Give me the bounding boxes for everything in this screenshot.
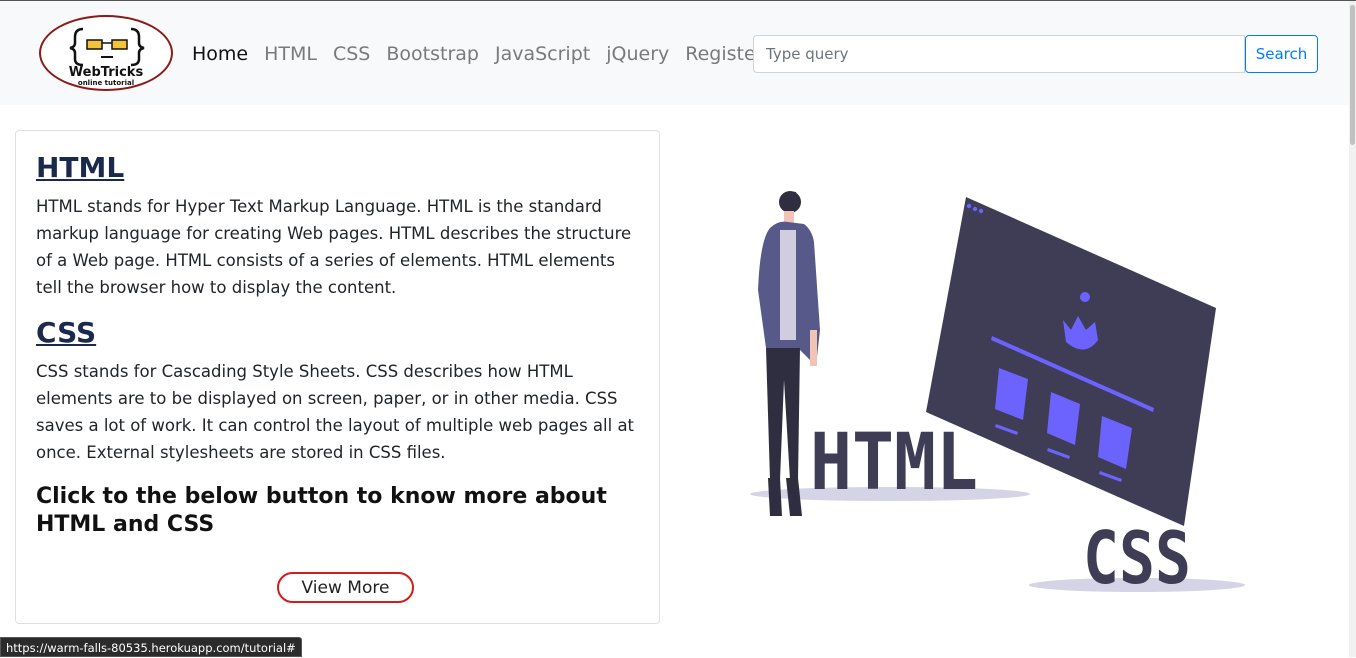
navbar: WebTricks online tutorial Home HTML CSS … [0,1,1349,105]
nav-link-bootstrap[interactable]: Bootstrap [386,41,479,67]
css-description: CSS stands for Cascading Style Sheets. C… [36,362,635,462]
nav-link-javascript[interactable]: JavaScript [495,41,590,67]
logo-tagline: online tutorial [77,79,135,87]
nav-link-jquery[interactable]: jQuery [606,41,669,67]
illustration-html-label: HTML [810,418,978,508]
link-status-bar: https://warm-falls-80535.herokuapp.com/t… [0,637,302,657]
html-description: HTML stands for Hyper Text Markup Langua… [36,197,632,297]
logo-name: WebTricks [68,65,144,80]
nav-link-register[interactable]: Register [685,41,763,67]
search-button[interactable]: Search [1245,35,1318,73]
nav-links: Home HTML CSS Bootstrap JavaScript jQuer… [192,41,780,67]
search-input[interactable] [753,35,1245,73]
nav-link-css[interactable]: CSS [333,41,370,67]
html-css-illustration: HTML CSS [750,191,1245,600]
nav-link-home[interactable]: Home [192,41,248,67]
scrollbar-thumb[interactable] [1350,5,1355,145]
page-scrollbar[interactable] [1349,1,1356,657]
tutorial-card: HTML HTML stands for Hyper Text Markup L… [15,130,660,624]
html-heading-link[interactable]: HTML [36,151,124,184]
view-more-button[interactable]: View More [277,572,414,603]
css-heading-link[interactable]: CSS [36,316,96,349]
nav-link-html[interactable]: HTML [264,41,317,67]
illustration-css-label: CSS [1083,516,1191,600]
webtricks-logo[interactable]: WebTricks online tutorial [39,15,173,91]
cta-heading: Click to the below button to know more a… [36,484,607,537]
